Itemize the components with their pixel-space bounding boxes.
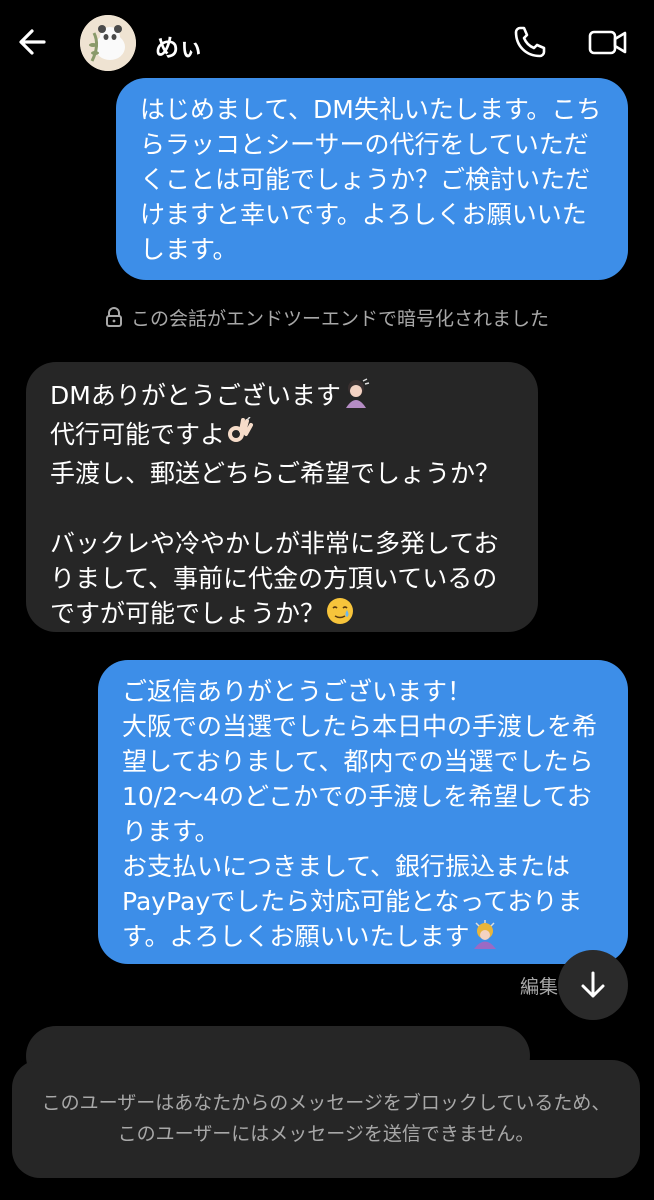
- encryption-notice-text: この会話がエンドツーエンドで暗号化されました: [130, 308, 549, 330]
- blocked-notice: このユーザーはあなたからのメッセージをブロックしているため、このユーザーにはメッ…: [12, 1060, 640, 1178]
- message-line: バックレや冷やかしが非常に多発しておりまして、事前に代金の方頂いているのですが可…: [50, 529, 499, 628]
- call-button[interactable]: [510, 22, 550, 62]
- lock-icon: [105, 307, 122, 327]
- back-button[interactable]: [14, 22, 54, 62]
- encryption-notice: この会話がエンドツーエンドで暗号化されました: [0, 304, 654, 331]
- person-bowing-emoji: [470, 919, 500, 958]
- video-camera-icon: [588, 30, 627, 55]
- message-line: 手渡し、郵送どちらご希望でしょうか？: [50, 459, 501, 488]
- video-call-button[interactable]: [586, 22, 630, 62]
- ok-hand-emoji: [225, 416, 255, 456]
- incoming-message[interactable]: DMありがとうございます 代行可能ですよ 手渡し、郵送どちらご希望でしょうか？ …: [26, 362, 538, 632]
- arrow-down-icon: [581, 971, 605, 998]
- scroll-to-bottom-button[interactable]: [558, 950, 628, 1020]
- arrow-left-icon: [19, 29, 46, 55]
- contact-name[interactable]: めぃ: [155, 28, 203, 63]
- phone-icon: [514, 26, 546, 58]
- message-line: 代行可能ですよ: [50, 420, 226, 449]
- chat-header: めぃ: [0, 0, 654, 82]
- message-line: DMありがとうございます: [50, 381, 341, 410]
- edited-label: 編集: [520, 976, 559, 998]
- message-text: ご返信ありがとうございます！ 大阪での当選でしたら本日中の手渡しを希望しておりま…: [122, 677, 598, 951]
- avatar[interactable]: [80, 15, 136, 71]
- person-bowing-emoji: [341, 378, 371, 417]
- outgoing-message[interactable]: はじめまして、DM失礼いたします。こちらラッコとシーサーの代行をしていただくこと…: [116, 78, 628, 280]
- smiling-face-with-tear-emoji: [325, 596, 355, 635]
- outgoing-message[interactable]: ご返信ありがとうございます！ 大阪での当選でしたら本日中の手渡しを希望しておりま…: [98, 660, 628, 964]
- blocked-notice-text: このユーザーはあなたからのメッセージをブロックしているため、このユーザーにはメッ…: [41, 1092, 611, 1145]
